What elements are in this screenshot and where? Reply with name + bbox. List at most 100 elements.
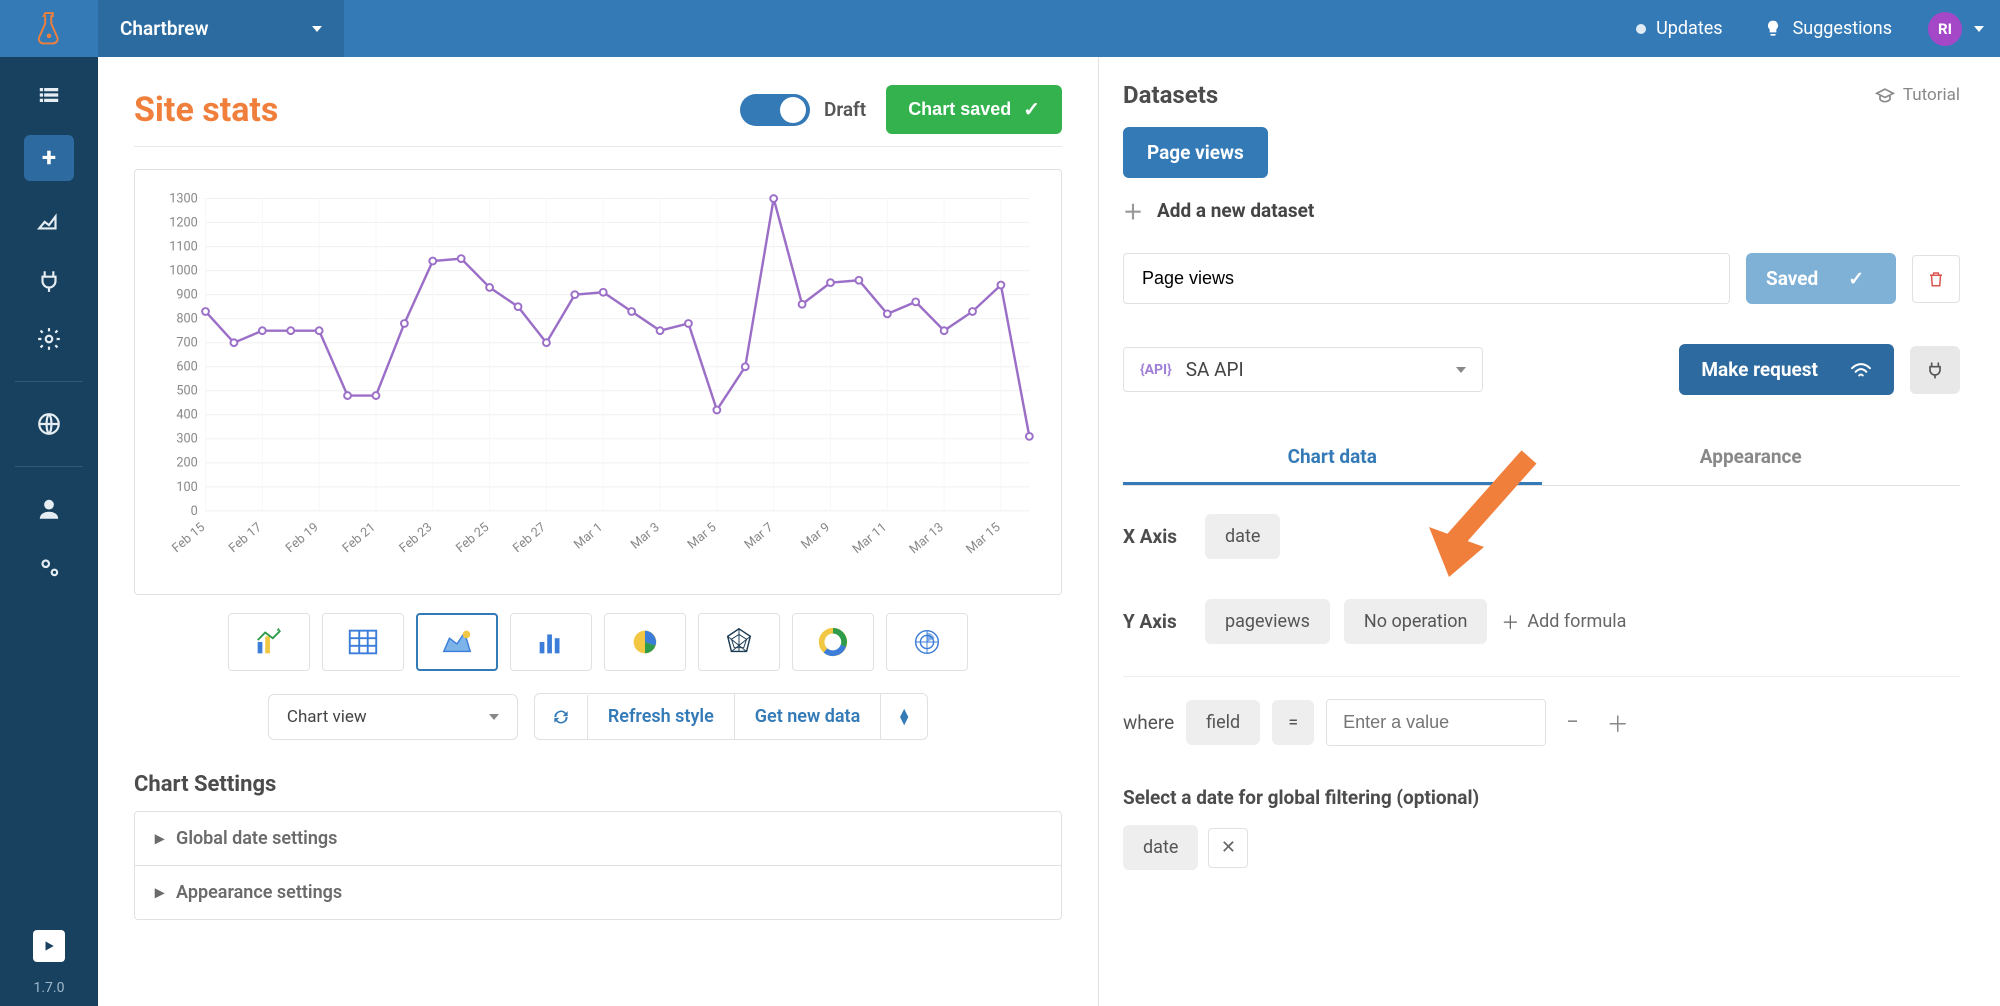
check-icon: ✓ xyxy=(1848,267,1864,290)
logo[interactable] xyxy=(0,10,98,48)
refresh-action-bar: Refresh style Get new data ▲▼ xyxy=(534,693,928,740)
api-badge-icon: {API} xyxy=(1140,362,1172,378)
flask-icon xyxy=(33,10,65,48)
add-dataset-button[interactable]: ＋ Add a new dataset xyxy=(1123,196,1960,225)
suggestions-label: Suggestions xyxy=(1793,18,1892,39)
svg-text:Feb 15: Feb 15 xyxy=(169,520,208,556)
trash-icon xyxy=(1927,269,1945,289)
topbar: Chartbrew Updates Suggestions RI xyxy=(0,0,2000,57)
suggestions-link[interactable]: Suggestions xyxy=(1743,0,1912,57)
chart-type-bar[interactable] xyxy=(510,613,592,671)
where-field-chip[interactable]: field xyxy=(1186,700,1260,745)
plus-icon: ＋ xyxy=(1501,609,1519,635)
refresh-style-button[interactable]: Refresh style xyxy=(588,694,735,739)
sidebar-item-chart[interactable] xyxy=(19,199,79,247)
svg-text:600: 600 xyxy=(176,360,197,375)
svg-text:Feb 25: Feb 25 xyxy=(453,520,492,556)
accordion-global-date[interactable]: ▸ Global date settings xyxy=(135,812,1061,866)
chevron-down-icon xyxy=(312,26,322,32)
svg-text:Feb 23: Feb 23 xyxy=(397,520,436,556)
sidebar-item-user[interactable] xyxy=(19,485,79,533)
chart-type-area[interactable] xyxy=(416,613,498,671)
sidebar-item-list[interactable] xyxy=(19,71,79,119)
clear-global-date-button[interactable]: ✕ xyxy=(1208,828,1248,868)
svg-text:Mar 9: Mar 9 xyxy=(799,520,834,552)
user-menu[interactable]: RI xyxy=(1912,12,2000,46)
svg-text:100: 100 xyxy=(176,480,197,495)
svg-text:Feb 27: Feb 27 xyxy=(510,520,549,556)
svg-text:900: 900 xyxy=(176,288,197,303)
api-select[interactable]: {API} SA API xyxy=(1123,347,1483,392)
x-axis-field-chip[interactable]: date xyxy=(1205,514,1280,559)
chart-saved-button[interactable]: Chart saved ✓ xyxy=(886,85,1062,134)
accordion-appearance[interactable]: ▸ Appearance settings xyxy=(135,866,1061,919)
svg-text:Feb 17: Feb 17 xyxy=(226,520,265,556)
make-request-button[interactable]: Make request xyxy=(1679,344,1894,395)
updates-label: Updates xyxy=(1656,18,1722,39)
tab-chart-data[interactable]: Chart data xyxy=(1123,431,1542,485)
globe-icon xyxy=(36,411,62,437)
y-axis-field-chip[interactable]: pageviews xyxy=(1205,599,1330,644)
sidebar: + 1. xyxy=(0,57,98,1006)
dataset-tabs: Chart data Appearance xyxy=(1123,431,1960,486)
sidebar-item-team-settings[interactable] xyxy=(19,543,79,591)
saved-button[interactable]: Saved ✓ xyxy=(1746,253,1896,304)
sidebar-item-public[interactable] xyxy=(19,400,79,448)
y-axis-operation-chip[interactable]: No operation xyxy=(1344,599,1488,644)
get-data-menu-button[interactable]: ▲▼ xyxy=(881,697,927,737)
svg-text:400: 400 xyxy=(176,408,197,423)
chart-type-polar[interactable] xyxy=(886,613,968,671)
line-chart: 0100200300400500600700800900100011001200… xyxy=(145,184,1043,584)
version-label: 1.7.0 xyxy=(34,972,65,1006)
svg-text:Mar 3: Mar 3 xyxy=(628,520,663,552)
updates-link[interactable]: Updates xyxy=(1616,0,1742,57)
tutorial-link[interactable]: Tutorial xyxy=(1875,85,1960,105)
tab-appearance[interactable]: Appearance xyxy=(1542,431,1961,485)
sidebar-item-settings[interactable] xyxy=(19,315,79,363)
svg-text:Mar 11: Mar 11 xyxy=(850,520,890,557)
right-panel: Datasets Tutorial Page views ＋ Add a new… xyxy=(1098,57,2000,1006)
global-filter-title: Select a date for global filtering (opti… xyxy=(1123,786,1960,809)
svg-text:Mar 7: Mar 7 xyxy=(742,520,777,552)
svg-text:1000: 1000 xyxy=(169,264,198,279)
datasets-title: Datasets xyxy=(1123,81,1218,109)
chart-settings-accordion: ▸ Global date settings ▸ Appearance sett… xyxy=(134,811,1062,920)
wifi-icon xyxy=(1850,361,1872,379)
svg-text:Feb 21: Feb 21 xyxy=(340,520,379,556)
chart-type-doughnut[interactable] xyxy=(792,613,874,671)
chevron-down-icon xyxy=(1974,26,1984,32)
svg-text:Mar 15: Mar 15 xyxy=(963,520,1003,557)
get-new-data-button[interactable]: Get new data xyxy=(735,694,882,739)
chart-view-select[interactable]: Chart view xyxy=(268,694,518,740)
lightbulb-icon xyxy=(1763,19,1783,39)
remove-filter-button[interactable]: − xyxy=(1558,706,1587,739)
draft-toggle[interactable] xyxy=(740,94,810,126)
svg-text:500: 500 xyxy=(176,384,197,399)
add-filter-button[interactable]: ＋ xyxy=(1599,703,1637,743)
line-chart-icon xyxy=(36,210,62,236)
add-formula-button[interactable]: ＋ Add formula xyxy=(1501,609,1626,635)
left-panel: Site stats Draft Chart saved ✓ 010020030… xyxy=(98,57,1098,1006)
global-date-chip[interactable]: date xyxy=(1123,825,1198,870)
list-icon xyxy=(36,82,62,108)
sidebar-play-button[interactable] xyxy=(33,930,65,962)
svg-text:1200: 1200 xyxy=(169,215,198,230)
project-select[interactable]: Chartbrew xyxy=(98,0,344,57)
where-value-input[interactable] xyxy=(1326,699,1546,746)
sidebar-item-integrations[interactable] xyxy=(19,257,79,305)
chart-type-pie[interactable] xyxy=(604,613,686,671)
chart-type-table[interactable] xyxy=(322,613,404,671)
refresh-style-icon-button[interactable] xyxy=(535,695,588,739)
chart-type-radar[interactable] xyxy=(698,613,780,671)
plug-icon xyxy=(1925,359,1945,381)
dataset-name-input[interactable] xyxy=(1123,253,1730,304)
refresh-icon xyxy=(551,707,571,727)
dataset-pill[interactable]: Page views xyxy=(1123,127,1268,178)
where-operator-chip[interactable]: = xyxy=(1272,700,1314,745)
delete-dataset-button[interactable] xyxy=(1912,255,1960,303)
sidebar-item-add[interactable]: + xyxy=(24,135,74,181)
svg-text:0: 0 xyxy=(191,504,198,519)
connection-settings-button[interactable] xyxy=(1910,346,1960,394)
plug-icon xyxy=(36,268,62,294)
chart-type-combo[interactable] xyxy=(228,613,310,671)
